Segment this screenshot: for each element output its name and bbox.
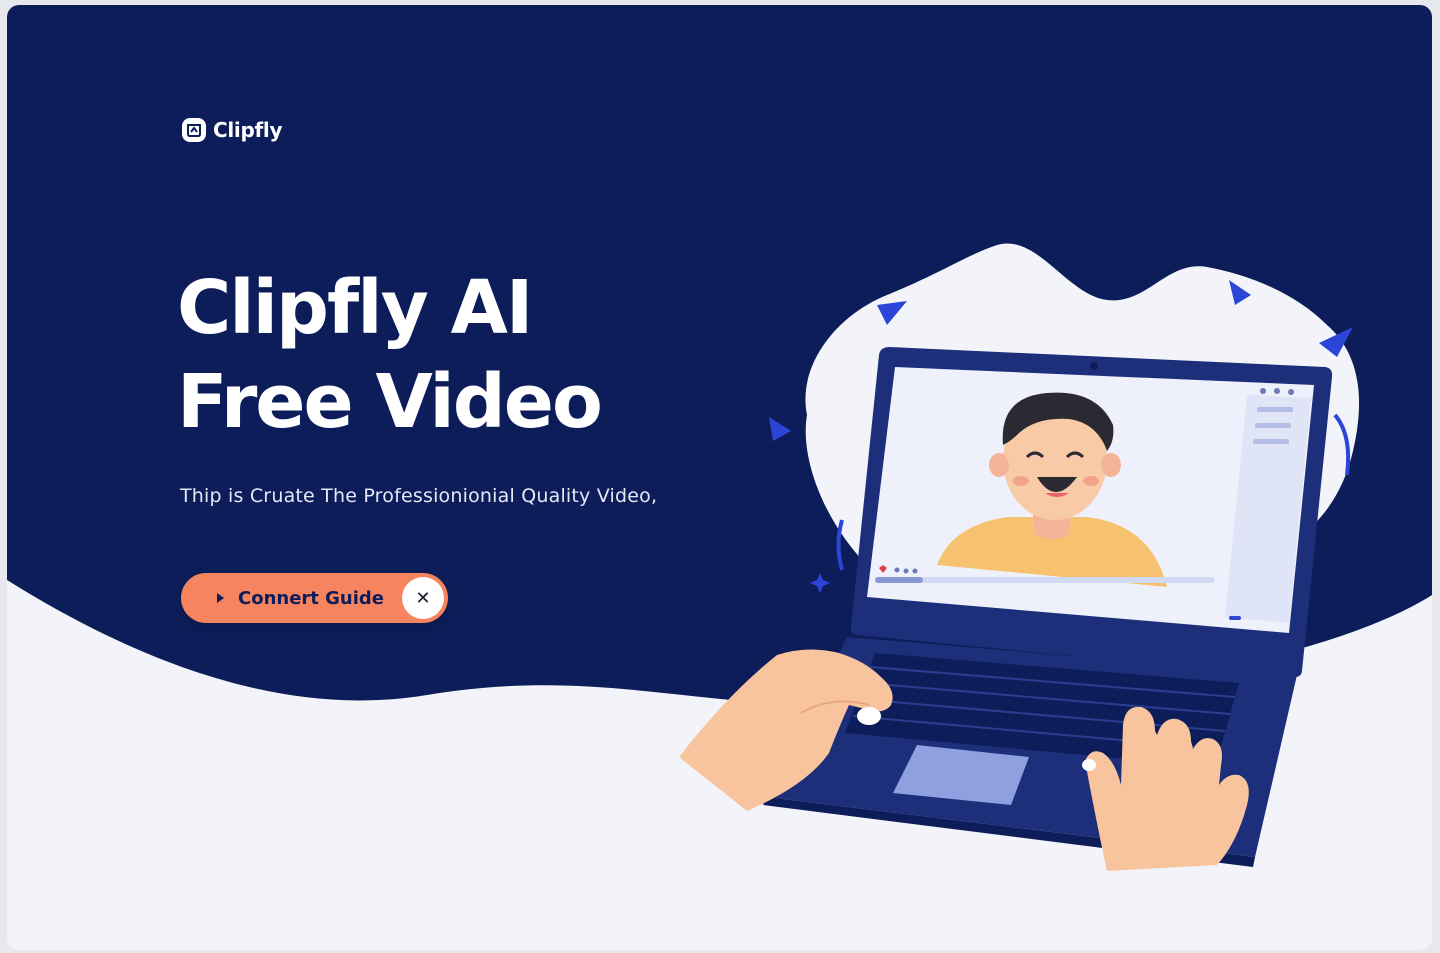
title-line-1: Clipfly AI xyxy=(177,265,533,351)
page-title: Clipfly AI Free Video xyxy=(177,261,603,449)
guide-button-label: Connert Guide xyxy=(238,587,385,609)
clipfly-logo-icon xyxy=(182,118,206,142)
hero-tagline: Thip is Cruate The Professionionial Qual… xyxy=(180,485,658,507)
title-line-2: Free Video xyxy=(177,359,603,445)
hero-background xyxy=(7,5,1432,707)
guide-button[interactable]: Connert Guide ✕ xyxy=(181,573,448,623)
app-frame: Clipfly Clipfly AI Free Video Thip is Cr… xyxy=(7,5,1432,950)
brand-logo[interactable]: Clipfly xyxy=(181,117,283,143)
brand-name: Clipfly xyxy=(213,118,283,142)
close-icon[interactable]: ✕ xyxy=(402,577,444,619)
play-icon xyxy=(217,593,224,603)
